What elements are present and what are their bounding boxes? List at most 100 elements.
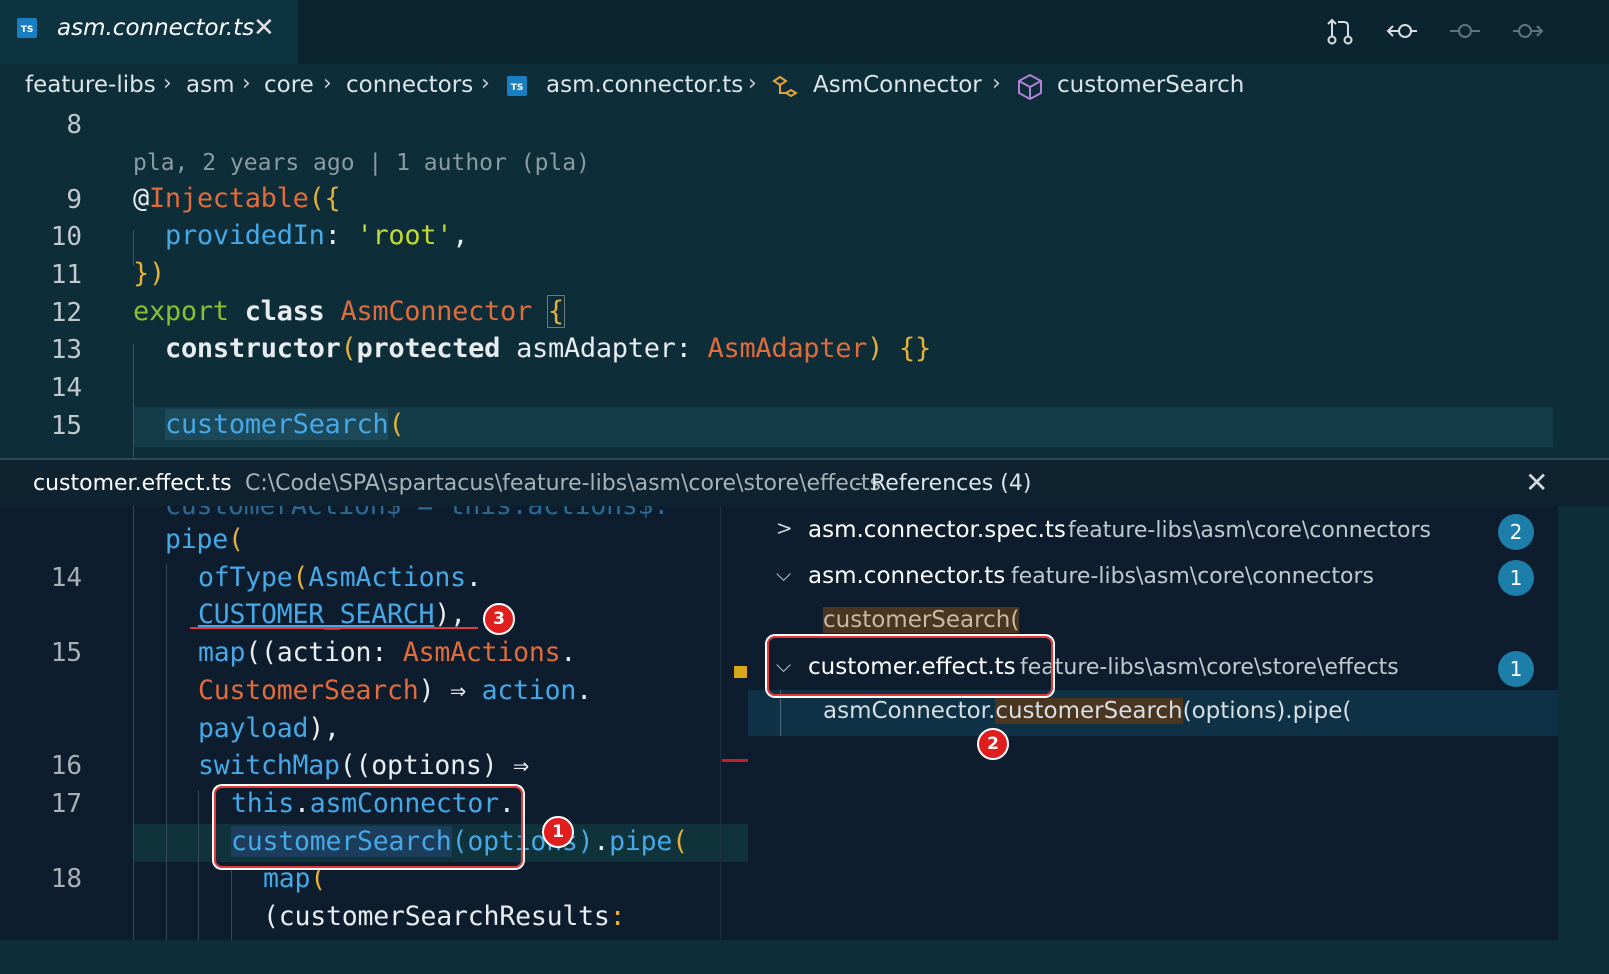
reference-count-badge: 2 — [1498, 514, 1534, 550]
breadcrumb-item[interactable]: asm — [186, 72, 234, 98]
typescript-file-icon: TS — [507, 76, 527, 96]
line-number: 14 — [50, 373, 82, 403]
match-highlight: customerSearch — [995, 698, 1183, 724]
line-number: 8 — [66, 110, 82, 140]
property-name: payload — [198, 713, 309, 744]
function-name: map — [198, 637, 246, 668]
code-editor[interactable]: 8 pla, 2 years ago | 1 author (pla) 9 10… — [0, 110, 1609, 458]
breadcrumb-item[interactable]: AsmConnector — [813, 72, 982, 98]
type-name: AsmAdapter — [707, 333, 868, 364]
decorator-name: Injectable — [148, 183, 309, 214]
close-icon[interactable]: ✕ — [1525, 466, 1548, 499]
code-line-15-wrap: CustomerSearch) ⇒ action. — [198, 675, 592, 706]
parameter: action — [276, 637, 372, 668]
punctuation: . — [593, 826, 610, 857]
punctuation: : — [675, 333, 708, 364]
method-icon — [1018, 73, 1042, 101]
namespace: AsmActions — [308, 562, 466, 593]
open-changes-icon[interactable] — [1323, 14, 1357, 48]
breadcrumb-item[interactable]: core — [264, 72, 314, 98]
reference-match-selected[interactable]: asmConnector.customerSearch(options).pip… — [748, 690, 1558, 736]
code-line: pipe( — [165, 524, 244, 555]
peek-file-name[interactable]: customer.effect.ts — [33, 471, 232, 496]
peek-references-header: customer.effect.ts C:\Code\SPA\spartacus… — [0, 458, 1609, 508]
punctuation: ((options) ⇒ — [339, 750, 529, 781]
indent-guide — [133, 506, 134, 940]
previous-change-icon[interactable] — [1385, 14, 1419, 48]
peek-title: References (4) — [871, 471, 1032, 496]
punctuation: . — [560, 637, 577, 668]
variable: action — [481, 675, 577, 706]
close-icon[interactable]: ✕ — [253, 13, 275, 43]
reference-file-group[interactable]: ⌵ asm.connector.ts feature-libs\asm\core… — [748, 554, 1558, 600]
punctuation: ) ⇒ — [418, 675, 482, 706]
punctuation: ( — [292, 562, 309, 593]
line-number: 12 — [50, 298, 82, 328]
punctuation: ), — [434, 599, 466, 630]
overview-ruler-marker — [734, 666, 747, 678]
code-line-15-wrap2: payload), — [198, 713, 340, 744]
code-line-14: ofType(AsmActions. — [198, 562, 482, 593]
scrollbar-track[interactable] — [1558, 506, 1609, 940]
annotation-marker: 3 — [483, 603, 515, 635]
peek-code-editor[interactable]: customerAction$ = this.actions$. pipe( 1… — [0, 506, 748, 940]
references-tree[interactable]: > asm.connector.spec.ts feature-libs\asm… — [748, 506, 1558, 940]
code-line-10: providedIn: 'root', — [165, 220, 468, 251]
bracket: { — [546, 295, 565, 328]
punctuation: ), — [308, 713, 340, 744]
status-area — [0, 940, 1609, 974]
punctuation: ( — [340, 333, 357, 364]
minimap[interactable] — [1555, 110, 1609, 458]
annotation-underline — [190, 627, 478, 629]
tab-bar: TS asm.connector.ts ✕ — [0, 0, 1609, 64]
chevron-right-icon[interactable]: > — [776, 516, 793, 540]
breadcrumb-item[interactable]: asm.connector.ts — [546, 72, 743, 98]
line-number: 18 — [50, 864, 82, 894]
code-line-14-wrap: CUSTOMER_SEARCH), — [198, 599, 466, 630]
punctuation: . — [576, 675, 592, 706]
reference-file-group[interactable]: > asm.connector.spec.ts feature-libs\asm… — [748, 508, 1558, 554]
breadcrumb-item[interactable]: feature-libs — [25, 72, 156, 98]
peek-separator: - — [855, 471, 863, 496]
git-blame-annotation[interactable]: pla, 2 years ago | 1 author (pla) — [133, 150, 590, 176]
code-line-18-wrap: (customerSearchResults: — [263, 901, 626, 932]
code-line-12: export class AsmConnector { — [133, 295, 565, 328]
punctuation: : — [324, 220, 357, 251]
parameter: (customerSearchResults — [263, 901, 610, 932]
breadcrumb-item[interactable]: connectors — [346, 72, 473, 98]
commit-icon[interactable] — [1448, 14, 1482, 48]
breadcrumb-item[interactable]: customerSearch — [1057, 72, 1244, 98]
reference-file-path: feature-libs\asm\core\connectors — [1011, 564, 1374, 589]
namespace: AsmActions — [402, 637, 561, 668]
chevron-right-icon: › — [323, 71, 332, 96]
function-name: switchMap — [198, 750, 340, 781]
method-name: pipe — [609, 826, 673, 857]
punctuation: ({ — [308, 183, 341, 214]
punctuation: . — [465, 562, 482, 593]
line-number: 13 — [50, 335, 82, 365]
string-literal: 'root' — [356, 220, 453, 251]
class-icon — [772, 75, 798, 98]
line-number: 11 — [50, 260, 82, 290]
editor-tab[interactable]: TS asm.connector.ts ✕ — [0, 0, 298, 64]
punctuation: (( — [245, 637, 277, 668]
keyword: constructor — [165, 333, 341, 364]
function-name: ofType — [198, 562, 293, 593]
reference-file-path: feature-libs\asm\core\store\effects — [1020, 655, 1399, 680]
property-name: providedIn — [165, 220, 325, 251]
class-name: AsmConnector — [340, 296, 532, 327]
indent-guide — [133, 344, 134, 458]
indent-guide — [166, 564, 167, 940]
line-number: 17 — [50, 789, 82, 819]
chevron-down-icon[interactable]: ⌵ — [776, 562, 791, 586]
code-line-11: }) — [133, 258, 165, 289]
punctuation: ( — [228, 524, 244, 555]
line-number: 14 — [50, 563, 82, 593]
constant-name[interactable]: CUSTOMER_SEARCH — [198, 599, 435, 630]
next-change-icon[interactable] — [1511, 14, 1545, 48]
reference-file-path: feature-libs\asm\core\connectors — [1068, 518, 1431, 543]
decorator-symbol: @ — [133, 183, 149, 214]
line-number: 16 — [50, 751, 82, 781]
code-line-16: switchMap((options) ⇒ — [198, 750, 529, 781]
chevron-right-icon: › — [242, 71, 251, 96]
